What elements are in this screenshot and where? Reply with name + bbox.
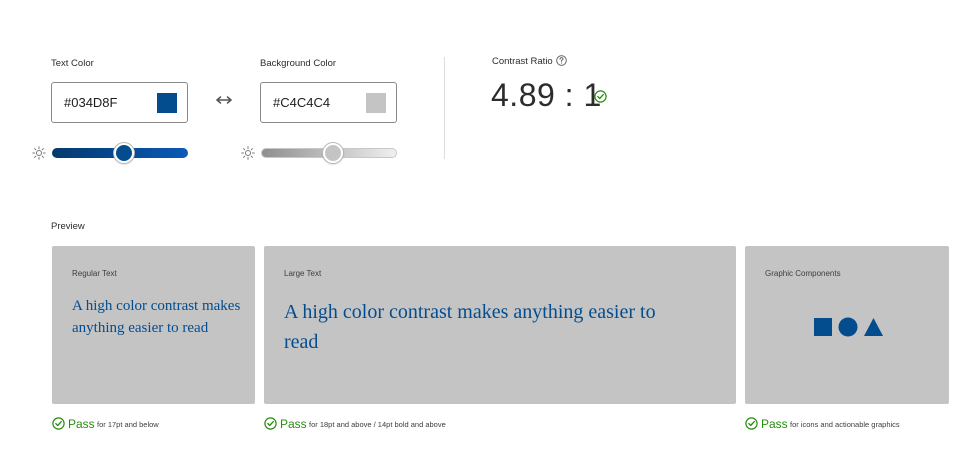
preview-card-large-text: Large Text A high color contrast makes a… xyxy=(264,246,736,404)
card-label: Graphic Components xyxy=(765,269,841,278)
pass-description: for icons and actionable graphics xyxy=(790,420,900,429)
sun-icon xyxy=(32,146,46,160)
pass-label: Pass xyxy=(68,417,95,431)
sun-icon xyxy=(241,146,255,160)
pass-label: Pass xyxy=(761,417,788,431)
text-color-slider-thumb[interactable] xyxy=(114,143,135,163)
check-circle-icon xyxy=(745,417,758,430)
triangle-shape-icon xyxy=(864,318,883,336)
background-color-swatch[interactable] xyxy=(366,93,386,113)
preview-card-regular-text: Regular Text A high color contrast makes… xyxy=(52,246,255,404)
check-circle-icon xyxy=(594,90,607,103)
check-circle-icon xyxy=(52,417,65,430)
preview-card-graphic-components: Graphic Components xyxy=(745,246,949,404)
text-color-field[interactable] xyxy=(51,82,188,123)
regular-text-sample: A high color contrast makes anything eas… xyxy=(72,298,241,336)
large-text-sample: A high color contrast makes anything eas… xyxy=(284,301,656,353)
graphic-shapes xyxy=(814,317,883,337)
text-color-swatch[interactable] xyxy=(157,93,177,113)
background-color-slider-thumb[interactable] xyxy=(323,143,344,163)
background-color-input[interactable] xyxy=(273,83,353,122)
circle-shape-icon xyxy=(838,317,858,337)
swap-arrows-icon[interactable] xyxy=(216,93,232,107)
section-divider xyxy=(444,57,445,159)
text-color-label: Text Color xyxy=(51,58,94,69)
pass-description: for 17pt and below xyxy=(97,420,159,429)
preview-label: Preview xyxy=(51,221,85,232)
background-color-field[interactable] xyxy=(260,82,397,123)
contrast-ratio-label: Contrast Ratio xyxy=(492,56,553,67)
square-shape-icon xyxy=(814,318,832,336)
contrast-ratio-value: 4.89 : 1 xyxy=(491,77,602,113)
pass-description: for 18pt and above / 14pt bold and above xyxy=(309,420,446,429)
card-label: Large Text xyxy=(284,269,322,278)
pass-label: Pass xyxy=(280,417,307,431)
background-color-label: Background Color xyxy=(260,58,337,69)
question-circle-icon[interactable] xyxy=(556,55,567,66)
text-color-input[interactable] xyxy=(64,83,144,122)
check-circle-icon xyxy=(264,417,277,430)
card-label: Regular Text xyxy=(72,269,117,278)
